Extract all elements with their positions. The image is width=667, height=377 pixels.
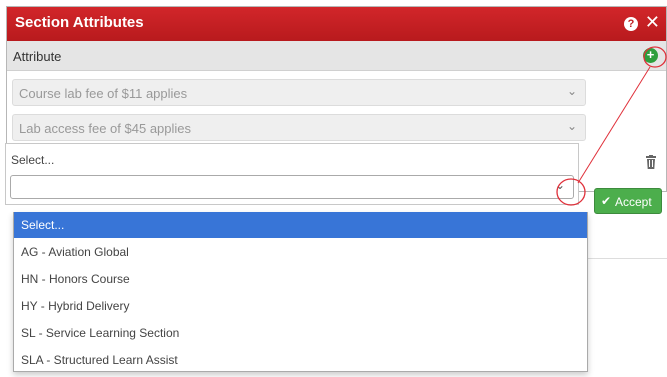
attribute-column-header: Attribute xyxy=(13,49,62,64)
plus-circle-icon[interactable]: + xyxy=(643,48,658,63)
dropdown-option[interactable]: Select... xyxy=(14,212,587,238)
attribute-search-input[interactable] xyxy=(10,175,574,199)
dropdown-option[interactable]: SL - Service Learning Section xyxy=(14,320,587,346)
dialog-titlebar: Section Attributes ? ✕ xyxy=(7,7,666,41)
chevron-down-icon[interactable]: ⌄ xyxy=(555,178,565,192)
chevron-down-icon: ⌄ xyxy=(566,119,577,133)
new-attribute-select[interactable]: Select... xyxy=(5,143,579,205)
chevron-down-icon: ⌄ xyxy=(566,84,577,98)
check-icon: ✔ xyxy=(601,194,612,208)
attribute-select-row-1: Course lab fee of $11 applies ⌄ xyxy=(12,79,586,106)
trash-icon[interactable] xyxy=(646,155,656,169)
dropdown-option[interactable]: HN - Honors Course xyxy=(14,266,587,292)
dialog-title: Section Attributes xyxy=(15,14,144,31)
accept-button[interactable]: ✔ Accept xyxy=(594,188,662,214)
dropdown-option[interactable]: AG - Aviation Global xyxy=(14,239,587,265)
question-circle-icon[interactable]: ? xyxy=(624,17,638,31)
dropdown-option[interactable]: HY - Hybrid Delivery xyxy=(14,293,587,319)
attribute-header-row: Attribute + xyxy=(7,41,666,71)
divider xyxy=(588,258,667,259)
accept-button-label: Accept xyxy=(615,195,652,209)
attribute-select-value: Course lab fee of $11 applies xyxy=(19,86,188,101)
attribute-dropdown-list: Select... AG - Aviation Global HN - Hono… xyxy=(13,212,588,372)
close-icon[interactable]: ✕ xyxy=(645,12,660,33)
dropdown-option[interactable]: SLA - Structured Learn Assist xyxy=(14,347,587,371)
select-placeholder: Select... xyxy=(11,153,55,167)
attribute-select-row-2: Lab access fee of $45 applies ⌄ xyxy=(12,114,586,141)
attribute-select-value: Lab access fee of $45 applies xyxy=(19,121,192,136)
